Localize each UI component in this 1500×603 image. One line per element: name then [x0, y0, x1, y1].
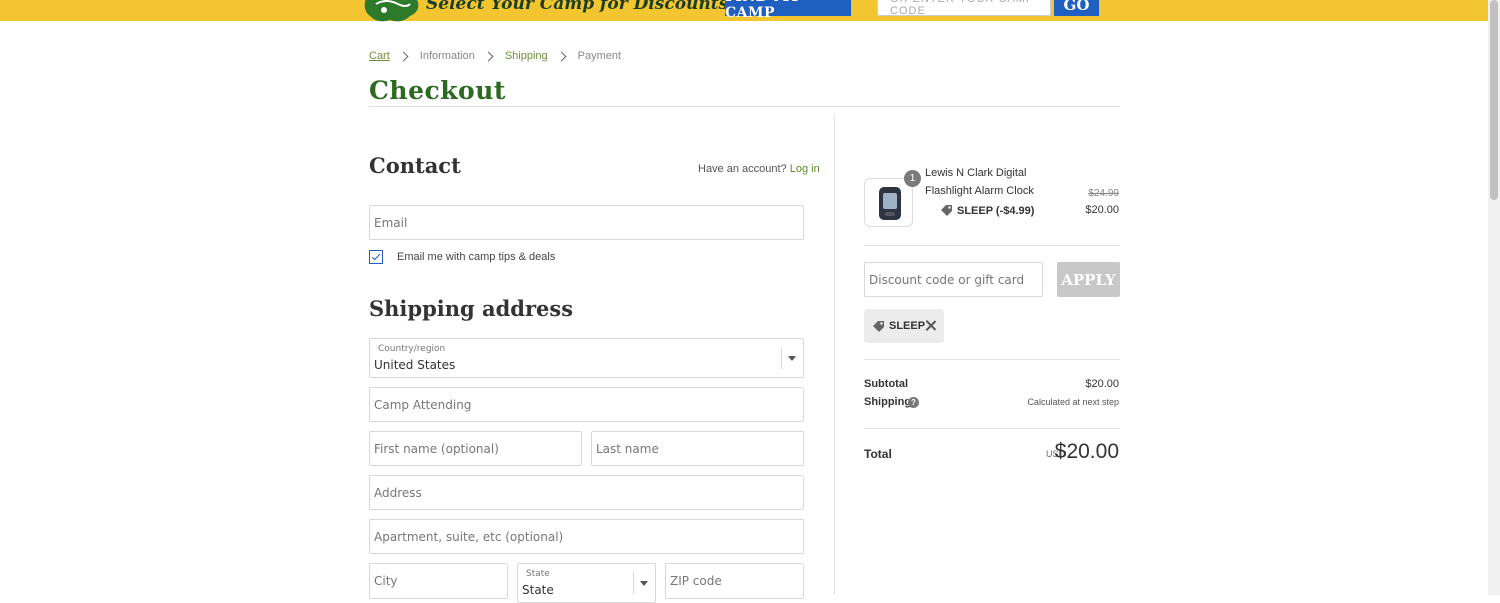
breadcrumb-shipping: Shipping [504, 50, 548, 62]
email-field[interactable]: Email [369, 205, 804, 240]
account-prompt-text: Have an account? [698, 163, 787, 175]
shipping-heading: Shipping address [369, 296, 574, 321]
last-name-field[interactable]: Last name [591, 431, 804, 466]
total-value: $20.00 [1054, 440, 1119, 463]
select-separator [633, 572, 634, 594]
camp-attending-field[interactable]: Camp Attending [369, 387, 804, 422]
breadcrumb-information: Information [419, 50, 475, 62]
account-prompt: Have an account? Log in [698, 163, 820, 175]
scrollbar-thumb[interactable] [1490, 0, 1498, 200]
country-value: United States [374, 358, 456, 372]
page-scrollbar[interactable] [1488, 0, 1500, 595]
state-label: State [526, 569, 550, 579]
zip-placeholder: ZIP code [670, 574, 722, 588]
camp-logo-icon [364, 0, 419, 22]
state-select[interactable]: State State [517, 563, 656, 603]
find-my-camp-button[interactable]: FIND MY CAMP [725, 0, 851, 21]
first-name-placeholder: First name (optional) [374, 441, 499, 456]
alarm-clock-image [879, 187, 901, 220]
address-field[interactable]: Address [369, 475, 804, 510]
first-name-field[interactable]: First name (optional) [369, 431, 582, 466]
subtotal-label: Subtotal [864, 378, 908, 390]
city-field[interactable]: City [369, 563, 508, 599]
applied-code-label: SLEEP [889, 320, 926, 332]
breadcrumb: Cart Information Shipping Payment [369, 49, 621, 63]
page-title: Checkout [369, 76, 506, 105]
camp-code-input[interactable]: OR ENTER YOUR CAMP CODE [877, 0, 1051, 17]
close-icon[interactable] [925, 320, 936, 331]
product-discount: SLEEP (-$4.99) [940, 204, 1034, 217]
newsletter-label: Email me with camp tips & deals [397, 251, 556, 263]
help-icon[interactable]: ? [908, 397, 919, 408]
quantity-badge: 1 [904, 170, 921, 187]
apply-button[interactable]: APPLY [1057, 262, 1120, 297]
shipping-value: Calculated at next step [1027, 397, 1119, 407]
tag-icon [941, 205, 952, 216]
camp-attending-placeholder: Camp Attending [374, 397, 472, 412]
city-placeholder: City [374, 574, 398, 588]
chevron-down-icon [640, 581, 648, 586]
product-discount-label: SLEEP (-$4.99) [957, 204, 1035, 217]
login-link[interactable]: Log in [790, 163, 820, 175]
chevron-down-icon [788, 356, 796, 361]
title-divider [369, 106, 1120, 107]
country-select[interactable]: Country/region United States [369, 338, 804, 378]
applied-discount-chip: SLEEP [864, 309, 944, 343]
column-divider [834, 114, 835, 595]
select-separator [781, 347, 782, 369]
price-final: $20.00 [1085, 204, 1119, 216]
country-label: Country/region [378, 344, 446, 354]
tag-icon [873, 320, 884, 332]
camp-banner: Select Your Camp for Discounts & More! F… [0, 0, 1488, 22]
breadcrumb-payment: Payment [577, 50, 622, 62]
total-label: Total [864, 447, 892, 461]
address-placeholder: Address [374, 485, 422, 500]
subtotal-value: $20.00 [1085, 378, 1119, 390]
discount-code-input[interactable]: Discount code or gift card [864, 262, 1043, 297]
newsletter-checkbox[interactable] [369, 250, 383, 264]
product-thumbnail [864, 178, 913, 227]
breadcrumb-cart[interactable]: Cart [369, 50, 390, 62]
price-original: $24.99 [1088, 188, 1119, 199]
apartment-placeholder: Apartment, suite, etc (optional) [374, 529, 564, 544]
email-placeholder: Email [374, 215, 408, 230]
summary-divider [864, 428, 1120, 429]
summary-divider [864, 359, 1120, 360]
contact-heading: Contact [369, 153, 461, 178]
chevron-right-icon [398, 51, 409, 61]
product-name: Lewis N Clark Digital Flashlight Alarm C… [925, 167, 1034, 197]
zip-field[interactable]: ZIP code [665, 563, 804, 599]
go-button[interactable]: GO [1054, 0, 1099, 16]
chevron-right-icon [556, 51, 567, 61]
shipping-label: Shipping [864, 396, 912, 408]
summary-divider [864, 245, 1120, 246]
chevron-right-icon [483, 51, 494, 61]
last-name-placeholder: Last name [596, 441, 659, 456]
discount-placeholder: Discount code or gift card [869, 272, 1025, 287]
apartment-field[interactable]: Apartment, suite, etc (optional) [369, 519, 804, 554]
